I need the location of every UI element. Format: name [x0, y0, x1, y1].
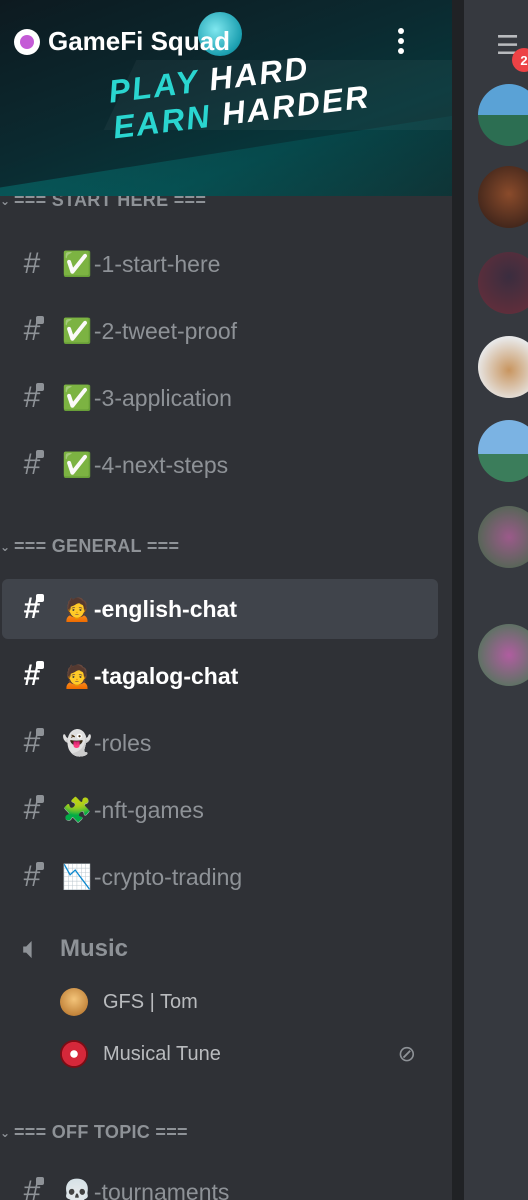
channel-tweet-proof[interactable]: # ✅ -2-tweet-proof	[2, 301, 438, 361]
channel-name: -tagalog-chat	[93, 662, 239, 689]
locked-hash-icon: #	[2, 314, 62, 348]
channel-name: -tournaments	[93, 1178, 230, 1200]
server-name: GameFi Squad	[48, 26, 231, 56]
channel-sidebar: PLAY HARD EARN HARDER GameFi Squad ⌄ ===…	[0, 0, 452, 1200]
more-options-icon[interactable]	[398, 28, 404, 58]
server-mute-icon: ⊘	[397, 1041, 416, 1066]
chart-down-emoji: 📉	[62, 863, 92, 891]
check-emoji: ✅	[62, 317, 92, 345]
check-emoji: ✅	[62, 451, 92, 479]
channel-name: -english-chat	[93, 595, 238, 622]
channel-crypto-trading[interactable]: # 📉 -crypto-trading	[2, 847, 438, 907]
avatar	[60, 988, 88, 1016]
locked-hash-icon: #	[2, 659, 62, 693]
channel-english-chat[interactable]: # 🙍 -english-chat	[2, 579, 438, 639]
channel-next-steps[interactable]: # ✅ -4-next-steps	[2, 435, 438, 495]
voice-channel-name: Music	[60, 935, 129, 962]
channel-start-here[interactable]: # ✅ -1-start-here	[2, 234, 438, 294]
avatar	[60, 1040, 88, 1068]
channel-tagalog-chat[interactable]: # 🙍 -tagalog-chat	[2, 646, 438, 706]
channel-roles[interactable]: # 👻 -roles	[2, 713, 438, 773]
puzzle-emoji: 🧩	[62, 796, 92, 824]
channel-tournaments[interactable]: # 💀 -tournaments	[2, 1162, 438, 1200]
chevron-down-icon: ⌄	[0, 539, 11, 554]
channel-name: -roles	[93, 729, 152, 756]
voice-channel-music[interactable]: 🔈︎ Music	[2, 923, 438, 975]
skull-emoji: 💀	[62, 1178, 92, 1200]
channel-name: -nft-games	[93, 796, 204, 823]
person-emoji: 🙍	[62, 662, 92, 690]
check-emoji: ✅	[62, 250, 92, 278]
locked-hash-icon: #	[2, 793, 62, 827]
channel-name: -4-next-steps	[93, 451, 229, 478]
channel-name: -3-application	[93, 384, 232, 411]
category-off-topic[interactable]: ⌄ === OFF TOPIC ===	[0, 1122, 188, 1143]
channel-application[interactable]: # ✅ -3-application	[2, 368, 438, 428]
locked-hash-icon: #	[2, 381, 62, 415]
chevron-down-icon: ⌄	[0, 1125, 11, 1140]
banner-tagline: PLAY HARD EARN HARDER	[107, 43, 372, 146]
category-general[interactable]: ⌄ === GENERAL ===	[0, 536, 179, 557]
category-label: === GENERAL ===	[14, 536, 180, 556]
speaker-icon: 🔈︎	[23, 933, 39, 963]
server-header[interactable]: GameFi Squad	[14, 26, 230, 57]
member-name: GFS | Tom	[103, 990, 198, 1013]
ghost-emoji: 👻	[62, 729, 92, 757]
category-label: === OFF TOPIC ===	[14, 1122, 188, 1142]
channel-nft-games[interactable]: # 🧩 -nft-games	[2, 780, 438, 840]
server-icon	[14, 28, 40, 55]
channel-name: -crypto-trading	[93, 863, 243, 890]
hash-icon: #	[23, 247, 41, 280]
member-name: Musical Tune	[103, 1042, 221, 1065]
check-emoji: ✅	[62, 384, 92, 412]
locked-hash-icon: #	[2, 1175, 62, 1200]
locked-hash-icon: #	[2, 860, 62, 894]
voice-member[interactable]: GFS | Tom	[60, 982, 430, 1022]
person-emoji: 🙍	[62, 595, 92, 623]
locked-thread-hash-icon: #	[2, 592, 62, 626]
channel-name: -1-start-here	[93, 250, 221, 277]
channel-name: -2-tweet-proof	[93, 317, 238, 344]
locked-hash-icon: #	[2, 726, 62, 760]
voice-member[interactable]: Musical Tune ⊘	[60, 1034, 430, 1074]
locked-hash-icon: #	[2, 448, 62, 482]
